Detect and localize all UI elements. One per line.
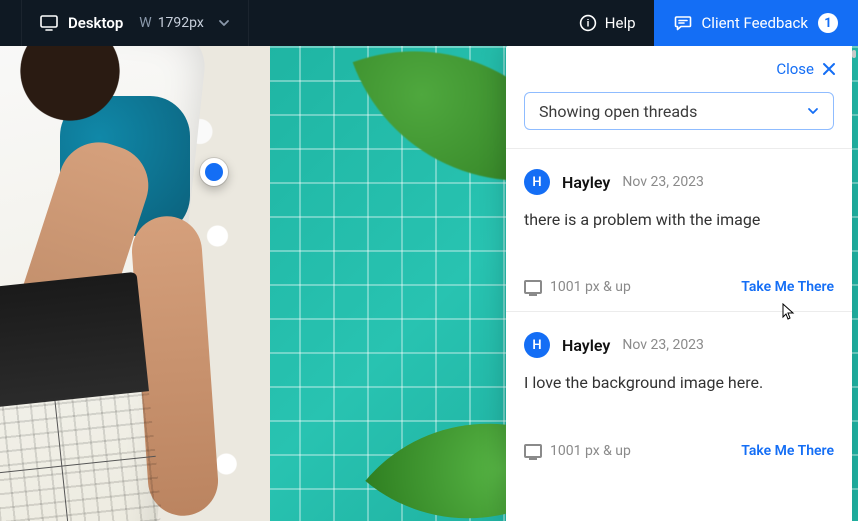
width-prefix: W xyxy=(139,15,151,31)
comment-icon xyxy=(674,14,692,32)
toolbar-left-gutter xyxy=(0,0,22,46)
cursor-pointer-icon xyxy=(782,303,796,325)
close-button[interactable]: Close xyxy=(506,46,852,88)
thread-item[interactable]: H Hayley Nov 23, 2023 there is a problem… xyxy=(506,148,852,311)
take-me-there-button[interactable]: Take Me There xyxy=(741,279,834,295)
background-laptop xyxy=(0,272,163,521)
screen-icon xyxy=(524,280,542,294)
scrollbar[interactable] xyxy=(852,50,856,58)
thread-breakpoint-label: 1001 px & up xyxy=(550,443,631,459)
thread-body: I love the background image here. xyxy=(524,372,834,394)
breakpoint-selector[interactable]: Desktop W 1792px xyxy=(22,0,249,46)
thread-item[interactable]: H Hayley Nov 23, 2023 I love the backgro… xyxy=(506,311,852,474)
thread-breakpoint-tag: 1001 px & up xyxy=(524,279,631,295)
help-icon: i xyxy=(579,14,597,32)
thread-author: Hayley xyxy=(562,336,610,355)
thread-filter-dropdown[interactable]: Showing open threads xyxy=(524,92,834,130)
screen-icon xyxy=(524,444,542,458)
feedback-count-badge: 1 xyxy=(818,13,838,33)
spacer xyxy=(249,0,561,46)
width-value: 1792px xyxy=(158,15,204,31)
svg-text:i: i xyxy=(586,19,589,30)
thread-header: H Hayley Nov 23, 2023 xyxy=(524,332,834,358)
thread-filter-label: Showing open threads xyxy=(539,102,697,121)
help-label: Help xyxy=(605,14,636,32)
take-me-there-button[interactable]: Take Me There xyxy=(741,443,834,459)
thread-breakpoint-tag: 1001 px & up xyxy=(524,443,631,459)
client-feedback-label: Client Feedback xyxy=(702,14,808,32)
avatar: H xyxy=(524,169,550,195)
client-feedback-button[interactable]: Client Feedback 1 xyxy=(654,0,858,46)
feedback-panel: Close Showing open threads H Hayley Nov … xyxy=(506,46,852,521)
chevron-down-icon xyxy=(807,105,819,117)
close-icon xyxy=(822,62,836,76)
breakpoint-name: Desktop xyxy=(68,14,123,32)
help-button[interactable]: i Help xyxy=(561,0,654,46)
top-bar: Desktop W 1792px i Help Client Feedback … xyxy=(0,0,858,46)
desktop-icon xyxy=(40,15,58,31)
thread-author: Hayley xyxy=(562,173,610,192)
comment-pin[interactable] xyxy=(200,158,228,186)
close-label: Close xyxy=(776,60,814,78)
thread-breakpoint-label: 1001 px & up xyxy=(550,279,631,295)
thread-header: H Hayley Nov 23, 2023 xyxy=(524,169,834,195)
thread-body: there is a problem with the image xyxy=(524,209,834,231)
chevron-down-icon xyxy=(218,17,230,29)
thread-footer: 1001 px & up Take Me There xyxy=(524,279,834,295)
thread-date: Nov 23, 2023 xyxy=(622,174,704,190)
thread-footer: 1001 px & up Take Me There xyxy=(524,443,834,459)
thread-date: Nov 23, 2023 xyxy=(622,337,704,353)
avatar: H xyxy=(524,332,550,358)
